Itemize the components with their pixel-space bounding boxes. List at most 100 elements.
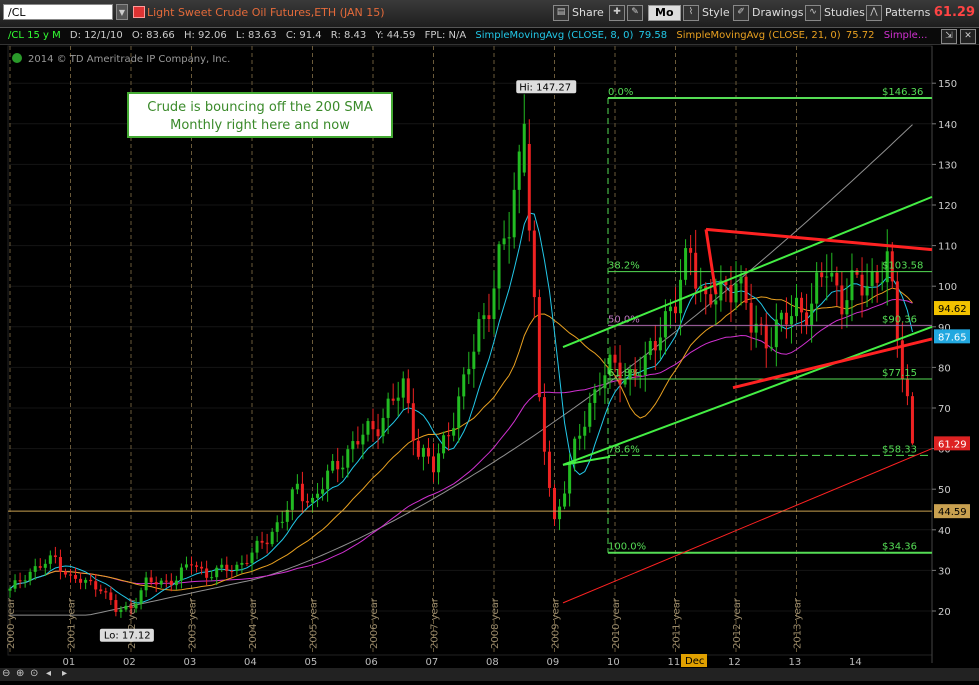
x-tick-label: 02 <box>123 657 136 668</box>
candle-body <box>361 434 365 445</box>
year-label: 2009 year <box>551 597 562 649</box>
symbol-input[interactable]: /CL <box>3 4 113 20</box>
candle-body <box>13 580 17 589</box>
candle-body <box>815 272 819 304</box>
scroll-right-icon[interactable]: ▸ <box>62 668 67 679</box>
y-tick-label: 130 <box>938 160 957 171</box>
candle-body <box>406 378 410 404</box>
candle-body <box>426 447 430 457</box>
x-tick-label: 06 <box>365 657 378 668</box>
candle-body <box>396 397 400 401</box>
candle-body <box>714 300 718 305</box>
hi-label: Hi: 147.27 <box>519 82 571 93</box>
candle-body <box>230 570 234 572</box>
symbol-period[interactable]: /CL 15 y M <box>0 30 61 41</box>
candle-body <box>588 402 592 427</box>
candle-body <box>220 564 224 568</box>
patterns-button[interactable]: ⋀ Patterns <box>866 4 930 22</box>
candle-body <box>94 581 98 590</box>
candle-body <box>547 451 551 488</box>
candle-body <box>643 355 647 375</box>
zoom-fit-icon[interactable]: ⊙ <box>30 668 38 679</box>
candle-body <box>492 288 496 320</box>
mode-button[interactable]: Mo <box>648 4 681 22</box>
candle-body <box>255 540 259 553</box>
candle-body <box>870 271 874 287</box>
candle-body <box>477 319 481 352</box>
crosshair-tool-button[interactable]: ✚ <box>609 4 628 22</box>
candle-body <box>285 509 289 522</box>
collapse-icon[interactable]: ⇲ <box>941 29 957 44</box>
symbol-dropdown-icon[interactable]: ▼ <box>116 4 128 20</box>
year-label: 2010 year <box>611 597 622 649</box>
candle-body <box>507 237 511 239</box>
candle-body <box>679 279 683 314</box>
candle-body <box>245 562 249 564</box>
sma8-label[interactable]: SimpleMovingAvg (CLOSE, 8, 0) <box>475 30 633 41</box>
share-button[interactable]: ▤ Share <box>553 4 604 22</box>
candle-body <box>416 440 420 457</box>
year-label: 2006 year <box>369 597 380 649</box>
pencil-tool-button[interactable]: ✎ <box>627 4 646 22</box>
candle-body <box>326 470 330 490</box>
candle-body <box>18 580 22 582</box>
candle-body <box>674 306 677 314</box>
candle-body <box>850 270 854 301</box>
year-label: 2007 year <box>430 597 441 649</box>
candle-body <box>482 315 486 320</box>
fpl-readout: FPL: N/A <box>424 30 467 41</box>
y-tick-label: 80 <box>938 363 951 374</box>
year-label: 2012 year <box>732 597 743 649</box>
candle-body <box>341 467 345 470</box>
y-tick-label: 20 <box>938 607 951 618</box>
x-tick-label: 03 <box>184 657 197 668</box>
candle-body <box>129 605 133 609</box>
zoom-in-icon[interactable]: ⊕ <box>16 668 24 679</box>
candle-body <box>391 398 395 401</box>
sma-more-label[interactable]: Simple... <box>884 30 928 41</box>
candle-body <box>502 238 506 245</box>
candle-body <box>472 351 476 369</box>
candle-body <box>33 566 37 572</box>
scroll-left-icon[interactable]: ◂ <box>46 668 51 679</box>
candle-body <box>865 286 869 296</box>
candle-body <box>537 297 541 398</box>
candle-body <box>840 285 844 315</box>
price-chart[interactable]: 2000 year 2001 year 2002 year 2003 year 2004… <box>0 45 979 681</box>
candle-body <box>48 555 52 564</box>
candle-body <box>58 557 62 572</box>
year-label: 2011 year <box>672 597 683 649</box>
candle-body <box>875 271 879 283</box>
candle-body <box>759 323 763 325</box>
candle-body <box>74 574 78 579</box>
fib-price-label: $58.33 <box>882 444 917 455</box>
candle-body <box>457 396 461 429</box>
sma21-label[interactable]: SimpleMovingAvg (CLOSE, 21, 0) <box>676 30 840 41</box>
pencil-icon: ✎ <box>627 5 643 21</box>
studies-button[interactable]: ∿ Studies <box>805 4 865 22</box>
zoom-out-icon[interactable]: ⊖ <box>2 668 10 679</box>
style-button[interactable]: ⌇ Style <box>683 4 730 22</box>
y-tick-label: 110 <box>938 242 957 253</box>
drawings-button[interactable]: ✐ Drawings <box>733 4 803 22</box>
candle-body <box>144 577 148 591</box>
year-label: 2003 year <box>188 597 199 649</box>
toolbar: /CL ▼ Light Sweet Crude Oil Futures,ETH … <box>0 0 979 28</box>
candle-body <box>99 589 103 592</box>
candle-body <box>23 580 27 582</box>
candle-body <box>845 300 849 315</box>
candle-body <box>421 447 425 457</box>
year-label: 2008 year <box>490 597 501 649</box>
candle-body <box>311 497 314 503</box>
y-tick-label: 150 <box>938 79 957 90</box>
fib-percent-label: 50.0% <box>608 314 640 325</box>
candle-body <box>295 483 299 490</box>
share-label: Share <box>572 6 604 19</box>
x-tick-label: 01 <box>63 657 76 668</box>
candle-body <box>8 588 12 591</box>
chart-area[interactable]: 2000 year 2001 year 2002 year 2003 year 2004… <box>0 45 979 681</box>
candle-body <box>104 591 108 593</box>
candle-body <box>452 428 456 436</box>
candle-body <box>860 274 864 296</box>
close-icon[interactable]: ✕ <box>960 29 976 44</box>
